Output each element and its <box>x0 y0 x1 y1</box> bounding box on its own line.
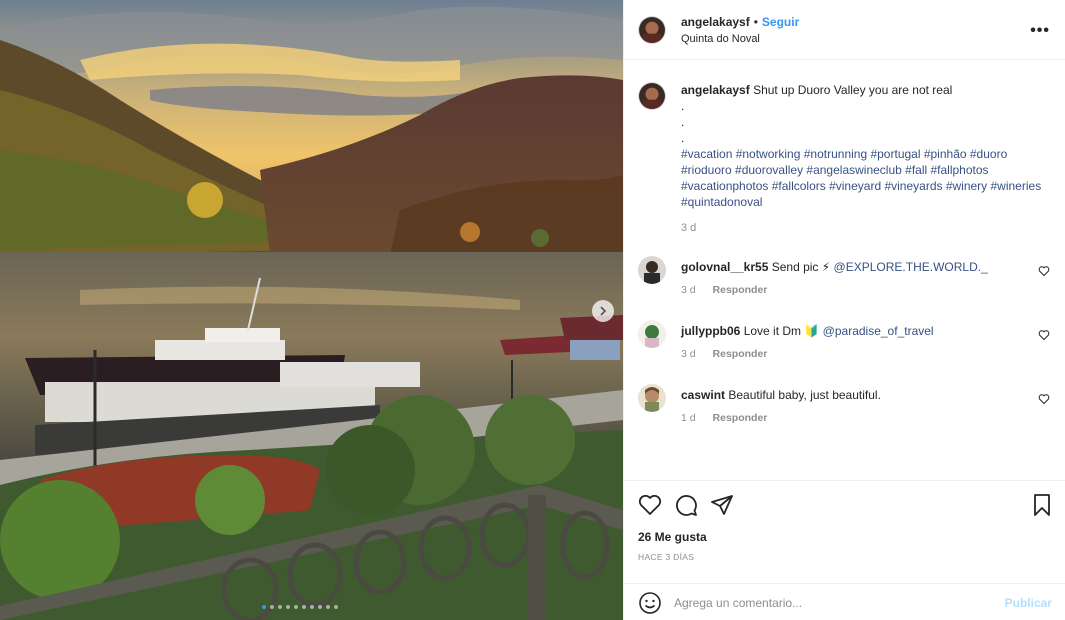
author-avatar[interactable] <box>638 16 666 44</box>
avatar-photo <box>638 320 666 348</box>
post-caption: angelakaysf Shut up Duoro Valley you are… <box>681 82 1051 236</box>
comment-bubble-icon[interactable] <box>674 493 698 517</box>
bookmark-icon[interactable] <box>1030 493 1054 517</box>
comment-time: 3 d <box>681 348 696 360</box>
reply-button[interactable]: Responder <box>713 284 768 296</box>
comment-meta: 3 d Responder <box>681 284 767 296</box>
comment-mention[interactable]: @paradise_of_travel <box>823 324 934 338</box>
carousel-dot <box>278 605 282 609</box>
separator-dot: • <box>753 15 758 29</box>
avatar-photo <box>639 17 665 43</box>
caption-author-avatar[interactable] <box>638 82 666 110</box>
carousel-indicator <box>262 605 338 609</box>
ellipsis-icon[interactable]: ••• <box>1030 22 1050 40</box>
reply-button[interactable]: Responder <box>713 348 768 360</box>
reply-button[interactable]: Responder <box>713 412 768 424</box>
publish-button[interactable]: Publicar <box>1005 596 1052 610</box>
comment-item: jullyppb06 Love it Dm 🔰 @paradise_of_tra… <box>624 320 1065 370</box>
caption-username[interactable]: angelakaysf <box>681 83 750 97</box>
heart-icon[interactable] <box>1038 265 1050 277</box>
instagram-post: angelakaysf • Seguir Quinta do Noval ••• a… <box>0 0 1065 620</box>
comment-body: jullyppb06 Love it Dm 🔰 @paradise_of_tra… <box>681 324 934 338</box>
post-sidebar: angelakaysf • Seguir Quinta do Noval ••• a… <box>623 0 1065 620</box>
heart-icon[interactable] <box>638 493 662 517</box>
paper-plane-icon[interactable] <box>710 493 734 517</box>
comment-time: 1 d <box>681 412 696 424</box>
caption-dot-line: . <box>681 99 685 113</box>
comment-text: Beautiful baby, just beautiful. <box>728 388 881 402</box>
header-user-line: angelakaysf • Seguir <box>681 15 799 29</box>
heart-icon[interactable] <box>1038 393 1050 405</box>
heart-icon[interactable] <box>1038 329 1050 341</box>
douro-valley-photo <box>0 0 623 620</box>
follow-button[interactable]: Seguir <box>762 15 799 29</box>
comment-meta: 1 d Responder <box>681 412 767 424</box>
commenter-username[interactable]: jullyppb06 <box>681 324 740 338</box>
comment-text: Love it Dm 🔰 <box>743 324 820 338</box>
author-username[interactable]: angelakaysf <box>681 15 750 29</box>
post-photo[interactable] <box>0 0 623 620</box>
comment-mention[interactable]: @EXPLORE.THE.WORLD._ <box>834 260 988 274</box>
carousel-dot <box>286 605 290 609</box>
smiley-icon[interactable] <box>638 591 662 615</box>
commenter-avatar[interactable] <box>638 384 666 412</box>
avatar-photo <box>639 83 665 109</box>
comment-item: golovnal__kr55 Send pic ⚡ @EXPLORE.THE.W… <box>624 256 1065 306</box>
carousel-dot <box>270 605 274 609</box>
avatar-photo <box>638 256 666 284</box>
commenter-avatar[interactable] <box>638 320 666 348</box>
likes-count[interactable]: 26 Me gusta <box>638 530 707 544</box>
comment-body: caswint Beautiful baby, just beautiful. <box>681 388 881 402</box>
carousel-next-button[interactable] <box>592 300 614 322</box>
commenter-username[interactable]: caswint <box>681 388 725 402</box>
comment-time: 3 d <box>681 284 696 296</box>
caption-text: Shut up Duoro Valley you are not real <box>753 83 953 97</box>
comment-item: caswint Beautiful baby, just beautiful. … <box>624 384 1065 434</box>
chevron-right-icon <box>600 306 607 316</box>
post-location[interactable]: Quinta do Noval <box>681 33 760 45</box>
action-bar <box>624 480 1065 530</box>
caption-dot-line: . <box>681 131 685 145</box>
carousel-dot <box>262 605 266 609</box>
carousel-dot <box>310 605 314 609</box>
caption-hashtags[interactable]: #vacation #notworking #notrunning #portu… <box>681 146 1051 210</box>
comment-composer: Publicar <box>624 583 1065 620</box>
carousel-dot <box>334 605 338 609</box>
commenter-username[interactable]: golovnal__kr55 <box>681 260 768 274</box>
comment-body: golovnal__kr55 Send pic ⚡ @EXPLORE.THE.W… <box>681 260 988 274</box>
commenter-avatar[interactable] <box>638 256 666 284</box>
carousel-dot <box>318 605 322 609</box>
post-header: angelakaysf • Seguir Quinta do Noval ••• <box>624 0 1065 60</box>
comment-meta: 3 d Responder <box>681 348 767 360</box>
avatar-photo <box>638 384 666 412</box>
post-date: HACE 3 DÍAS <box>638 552 695 562</box>
caption-dot-line: . <box>681 115 685 129</box>
comment-text: Send pic ⚡ <box>771 260 831 274</box>
carousel-dot <box>302 605 306 609</box>
caption-time: 3 d <box>681 222 697 234</box>
carousel-dot <box>326 605 330 609</box>
comment-input[interactable] <box>674 590 994 616</box>
carousel-dot <box>294 605 298 609</box>
